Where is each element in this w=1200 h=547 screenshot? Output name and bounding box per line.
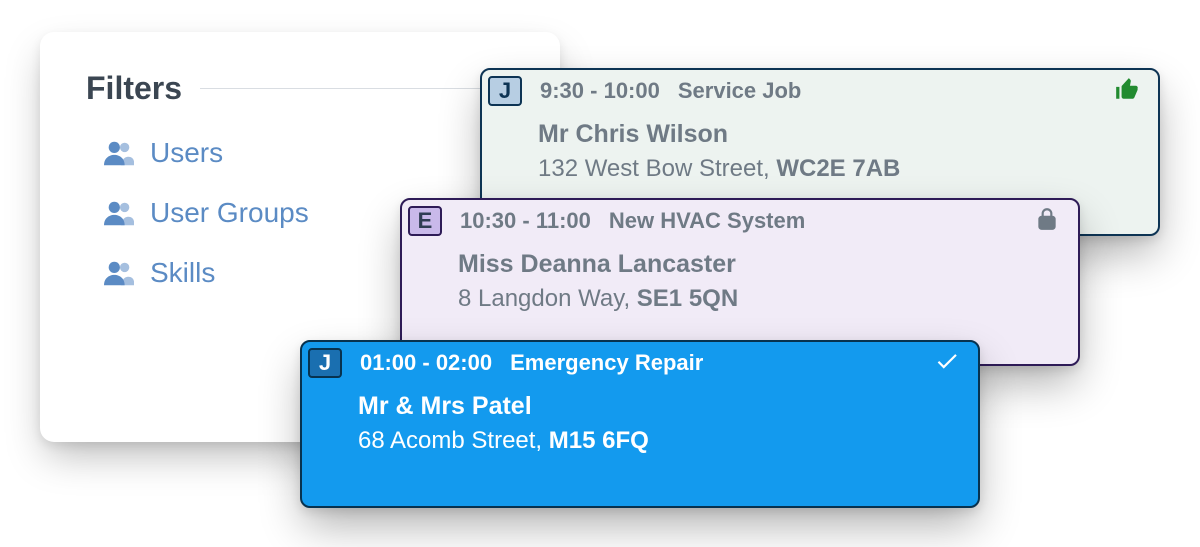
filter-item-label: Skills xyxy=(150,257,215,289)
job-card-body: Mr & Mrs Patel 68 Acomb Street, M15 6FQ xyxy=(302,380,978,477)
job-card-header: J 01:00 - 02:00 Emergency Repair xyxy=(302,342,978,380)
filter-item-label: User Groups xyxy=(150,197,309,229)
customer-name: Mr Chris Wilson xyxy=(538,116,1136,152)
job-card-header: J 9:30 - 10:00 Service Job xyxy=(482,70,1158,108)
filters-header: Filters xyxy=(86,70,514,107)
users-icon xyxy=(104,200,134,226)
customer-address: 68 Acomb Street, M15 6FQ xyxy=(358,424,956,459)
job-card-emergency[interactable]: J 01:00 - 02:00 Emergency Repair Mr & Mr… xyxy=(300,340,980,508)
lock-icon xyxy=(1034,206,1060,232)
thumbs-up-icon xyxy=(1114,76,1140,102)
customer-address: 8 Langdon Way, SE1 5QN xyxy=(458,282,1056,317)
job-time: 01:00 - 02:00 xyxy=(360,350,492,376)
job-title: Emergency Repair xyxy=(510,350,703,376)
address-line: 8 Langdon Way, xyxy=(458,285,637,312)
job-title: New HVAC System xyxy=(609,208,805,234)
customer-name: Mr & Mrs Patel xyxy=(358,388,956,424)
job-card-body: Mr Chris Wilson 132 West Bow Street, WC2… xyxy=(482,108,1158,205)
address-postal: M15 6FQ xyxy=(549,427,649,454)
filters-title-divider xyxy=(200,88,514,89)
check-icon xyxy=(934,348,960,374)
address-line: 132 West Bow Street, xyxy=(538,155,776,182)
job-card-header: E 10:30 - 11:00 New HVAC System xyxy=(402,200,1078,238)
job-time: 9:30 - 10:00 xyxy=(540,78,660,104)
users-icon xyxy=(104,260,134,286)
customer-name: Miss Deanna Lancaster xyxy=(458,246,1056,282)
customer-address: 132 West Bow Street, WC2E 7AB xyxy=(538,152,1136,187)
filters-title: Filters xyxy=(86,70,182,107)
job-title: Service Job xyxy=(678,78,802,104)
filter-item-label: Users xyxy=(150,137,223,169)
address-postal: WC2E 7AB xyxy=(776,155,900,182)
job-type-badge: J xyxy=(308,348,342,378)
address-postal: SE1 5QN xyxy=(637,285,738,312)
job-type-badge: E xyxy=(408,206,442,236)
job-card-body: Miss Deanna Lancaster 8 Langdon Way, SE1… xyxy=(402,238,1078,335)
job-time: 10:30 - 11:00 xyxy=(460,208,591,234)
job-type-badge: J xyxy=(488,76,522,106)
filter-item-users[interactable]: Users xyxy=(104,137,514,169)
address-line: 68 Acomb Street, xyxy=(358,427,549,454)
users-icon xyxy=(104,140,134,166)
